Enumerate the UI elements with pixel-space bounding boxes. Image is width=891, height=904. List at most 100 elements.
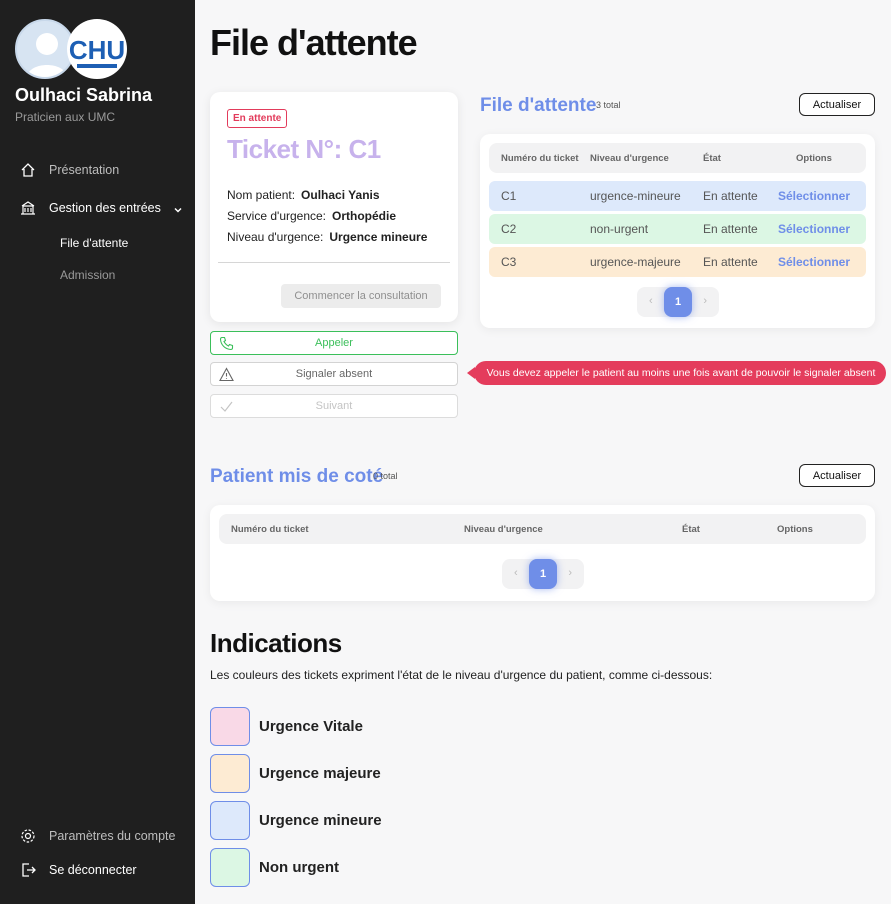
service-value: Orthopédie: [332, 209, 397, 223]
absent-warning-tooltip: Vous devez appeler le patient au moins u…: [467, 361, 886, 385]
col-options: Options: [796, 153, 832, 164]
legend-label: Urgence majeure: [259, 765, 381, 782]
col-level: Niveau d'urgence: [590, 153, 669, 164]
legend-swatch: [210, 754, 250, 793]
svg-text:CHU: CHU: [69, 35, 125, 65]
home-icon: [20, 162, 36, 178]
legend-label: Urgence Vitale: [259, 718, 363, 735]
row-state: En attente: [703, 189, 758, 203]
legend-swatch: [210, 707, 250, 746]
legend-swatch: [210, 848, 250, 887]
chevron-down-icon[interactable]: [172, 203, 184, 215]
legend-swatch: [210, 801, 250, 840]
indications-title: Indications: [210, 628, 342, 658]
nav-admission[interactable]: Admission: [60, 268, 115, 282]
patient-name-label: Nom patient:: [227, 188, 296, 202]
report-absent-button[interactable]: Signaler absent: [210, 362, 458, 386]
table-row[interactable]: C3 urgence-majeure En attente Sélectionn…: [489, 247, 866, 277]
user-avatar[interactable]: [15, 19, 75, 79]
call-button[interactable]: Appeler: [210, 331, 458, 355]
logout-icon: [20, 862, 36, 878]
row-level: urgence-mineure: [590, 189, 681, 203]
col-state: État: [682, 524, 700, 535]
row-state: En attente: [703, 255, 758, 269]
user-role: Praticien aux UMC: [15, 110, 116, 124]
nav-settings[interactable]: Paramètres du compte: [20, 828, 175, 844]
aside-pagination: ‹ 1 ›: [502, 559, 584, 589]
ticket-title: Ticket N°: C1: [227, 134, 381, 164]
level-row: Niveau d'urgence: Urgence mineure: [227, 230, 427, 244]
legend-item: Urgence mineure: [210, 801, 382, 840]
avatar-group: CHU: [15, 19, 130, 79]
prev-page-icon[interactable]: ‹: [649, 295, 653, 307]
queue-title: File d'attente: [480, 95, 597, 116]
next-button[interactable]: Suivant: [210, 394, 458, 418]
patient-name-row: Nom patient: Oulhaci Yanis: [227, 188, 380, 202]
legend-label: Urgence mineure: [259, 812, 382, 829]
next-page-icon[interactable]: ›: [568, 567, 572, 579]
report-absent-label: Signaler absent: [295, 368, 373, 380]
service-label: Service d'urgence:: [227, 209, 327, 223]
page-title: File d'attente: [210, 22, 418, 63]
select-link[interactable]: Sélectionner: [778, 189, 850, 203]
sidebar: CHU Oulhaci Sabrina Praticien aux UMC Pr…: [0, 0, 195, 904]
queue-refresh-button[interactable]: Actualiser: [799, 93, 875, 116]
next-button-label: Suivant: [315, 400, 353, 412]
legend-label: Non urgent: [259, 859, 339, 876]
aside-refresh-button[interactable]: Actualiser: [799, 464, 875, 487]
nav-queue[interactable]: File d'attente: [60, 236, 128, 250]
legend-item: Urgence majeure: [210, 754, 381, 793]
current-page-button[interactable]: 1: [529, 559, 557, 589]
table-row[interactable]: C1 urgence-mineure En attente Sélectionn…: [489, 181, 866, 211]
row-ticket: C2: [501, 222, 517, 236]
patient-name-value: Oulhaci Yanis: [301, 188, 380, 202]
nav-presentation[interactable]: Présentation: [20, 162, 119, 178]
col-ticket: Numéro du ticket: [231, 524, 309, 535]
nav-logout-label: Se déconnecter: [49, 863, 137, 877]
legend-item: Non urgent: [210, 848, 339, 887]
start-consultation-button[interactable]: Commencer la consultation: [281, 284, 441, 308]
aside-table: Numéro du ticket Niveau d'urgence État O…: [210, 505, 875, 601]
divider: [218, 262, 450, 263]
legend-item: Urgence Vitale: [210, 707, 363, 746]
row-level: non-urgent: [590, 222, 649, 236]
building-icon: [20, 200, 36, 216]
row-level: urgence-majeure: [590, 255, 681, 269]
nav-entries-label: Gestion des entrées: [49, 201, 161, 215]
row-state: En attente: [703, 222, 758, 236]
prev-page-icon[interactable]: ‹: [514, 567, 518, 579]
row-ticket: C3: [501, 255, 517, 269]
aside-title: Patient mis de coté: [210, 466, 384, 487]
queue-count: 3 total: [596, 100, 621, 110]
nav-presentation-label: Présentation: [49, 163, 120, 177]
col-ticket: Numéro du ticket: [501, 153, 579, 164]
gear-icon: [20, 828, 36, 844]
row-ticket: C1: [501, 189, 517, 203]
level-value: Urgence mineure: [329, 230, 428, 244]
nav-logout[interactable]: Se déconnecter: [20, 862, 137, 878]
warning-icon: [219, 367, 234, 382]
select-link[interactable]: Sélectionner: [778, 222, 850, 236]
call-button-label: Appeler: [315, 337, 353, 349]
phone-icon: [219, 336, 234, 351]
queue-pagination: ‹ 1 ›: [637, 287, 719, 317]
status-badge: En attente: [227, 109, 288, 128]
nav-entries[interactable]: Gestion des entrées: [20, 200, 161, 216]
nav-settings-label: Paramètres du compte: [49, 829, 176, 843]
service-row: Service d'urgence: Orthopédie: [227, 209, 396, 223]
user-name: Oulhaci Sabrina: [15, 85, 153, 105]
aside-table-header: Numéro du ticket Niveau d'urgence État O…: [219, 514, 866, 544]
current-page-button[interactable]: 1: [664, 287, 692, 317]
next-page-icon[interactable]: ›: [703, 295, 707, 307]
chu-logo: CHU: [67, 19, 127, 79]
queue-table: Numéro du ticket Niveau d'urgence État O…: [480, 134, 875, 328]
col-options: Options: [777, 524, 813, 535]
indications-description: Les couleurs des tickets expriment l'éta…: [210, 668, 713, 682]
queue-table-header: Numéro du ticket Niveau d'urgence État O…: [489, 143, 866, 173]
ticket-card: En attente Ticket N°: C1 Nom patient: Oul…: [210, 92, 458, 322]
select-link[interactable]: Sélectionner: [778, 255, 850, 269]
aside-count: 0 total: [373, 471, 398, 481]
table-row[interactable]: C2 non-urgent En attente Sélectionner: [489, 214, 866, 244]
check-icon: [219, 399, 234, 414]
col-state: État: [703, 153, 721, 164]
